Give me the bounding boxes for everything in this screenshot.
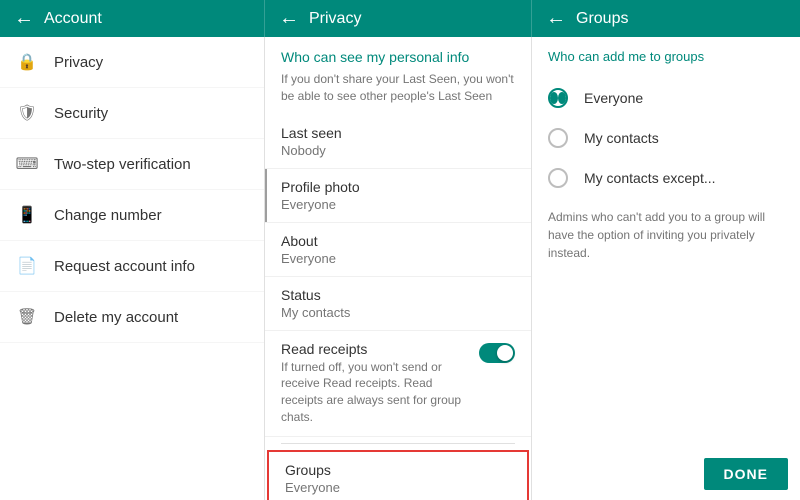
radio-my-contacts-except[interactable] bbox=[548, 168, 568, 188]
sidebar-item-privacy[interactable]: 🔒 Privacy bbox=[0, 37, 264, 88]
privacy-section-desc: If you don't share your Last Seen, you w… bbox=[265, 71, 531, 115]
header-groups: ← Groups bbox=[532, 0, 800, 37]
document-icon: 📄 bbox=[16, 255, 38, 277]
radio-my-contacts[interactable] bbox=[548, 128, 568, 148]
header-groups-title: Groups bbox=[576, 10, 628, 28]
header-account: ← Account bbox=[0, 0, 265, 37]
groups-option-my-contacts-except-label: My contacts except... bbox=[584, 170, 716, 186]
privacy-item-profile-photo[interactable]: Profile photo Everyone bbox=[265, 169, 531, 223]
header-account-title: Account bbox=[44, 10, 102, 28]
read-receipts-toggle[interactable] bbox=[479, 343, 515, 363]
status-title: Status bbox=[281, 287, 515, 303]
sidebar-item-request-info[interactable]: 📄 Request account info bbox=[0, 241, 264, 292]
privacy-item-about[interactable]: About Everyone bbox=[265, 223, 531, 277]
profile-photo-title: Profile photo bbox=[281, 179, 515, 195]
privacy-item-groups[interactable]: Groups Everyone bbox=[267, 450, 529, 500]
privacy-section-title: Who can see my personal info bbox=[265, 37, 531, 71]
groups-option-everyone[interactable]: Everyone bbox=[532, 78, 800, 118]
sidebar-item-change-number[interactable]: 📱 Change number bbox=[0, 190, 264, 241]
last-seen-value: Nobody bbox=[281, 143, 515, 158]
profile-photo-value: Everyone bbox=[281, 197, 515, 212]
header-privacy: ← Privacy bbox=[265, 0, 532, 37]
read-receipts-title: Read receipts bbox=[281, 341, 469, 357]
right-panel: Who can add me to groups Everyone My con… bbox=[532, 37, 800, 500]
groups-value: Everyone bbox=[285, 480, 511, 495]
back-arrow-account[interactable]: ← bbox=[14, 7, 34, 30]
groups-section-title: Who can add me to groups bbox=[532, 37, 800, 78]
sidebar-item-privacy-label: Privacy bbox=[54, 54, 103, 71]
keyboard-icon: ⌨ bbox=[16, 153, 38, 175]
radio-everyone[interactable] bbox=[548, 88, 568, 108]
about-value: Everyone bbox=[281, 251, 515, 266]
sidebar-item-two-step-label: Two-step verification bbox=[54, 156, 191, 173]
privacy-item-read-receipts[interactable]: Read receipts If turned off, you won't s… bbox=[265, 331, 531, 437]
sidebar-item-request-info-label: Request account info bbox=[54, 258, 195, 275]
sidebar-item-security-label: Security bbox=[54, 105, 108, 122]
groups-option-my-contacts-label: My contacts bbox=[584, 130, 659, 146]
shield-icon: 🛡 bbox=[16, 102, 38, 124]
about-title: About bbox=[281, 233, 515, 249]
last-seen-title: Last seen bbox=[281, 125, 515, 141]
left-panel: 🔒 Privacy 🛡 Security ⌨ Two-step verifica… bbox=[0, 37, 265, 500]
read-receipts-desc: If turned off, you won't send or receive… bbox=[281, 359, 469, 426]
lock-icon: 🔒 bbox=[16, 51, 38, 73]
header-privacy-title: Privacy bbox=[309, 10, 361, 28]
groups-note: Admins who can't add you to a group will… bbox=[532, 198, 800, 272]
header: ← Account ← Privacy ← Groups bbox=[0, 0, 800, 37]
back-arrow-privacy[interactable]: ← bbox=[279, 7, 299, 30]
middle-panel: Who can see my personal info If you don'… bbox=[265, 37, 532, 500]
sidebar-item-two-step[interactable]: ⌨ Two-step verification bbox=[0, 139, 264, 190]
sidebar-item-security[interactable]: 🛡 Security bbox=[0, 88, 264, 139]
sidebar-item-delete-account[interactable]: 🗑 Delete my account bbox=[0, 292, 264, 343]
sidebar-item-change-number-label: Change number bbox=[54, 207, 162, 224]
groups-option-my-contacts-except[interactable]: My contacts except... bbox=[532, 158, 800, 198]
privacy-item-status[interactable]: Status My contacts bbox=[265, 277, 531, 331]
groups-option-my-contacts[interactable]: My contacts bbox=[532, 118, 800, 158]
back-arrow-groups[interactable]: ← bbox=[546, 7, 566, 30]
done-button[interactable]: DONE bbox=[704, 458, 788, 490]
privacy-item-last-seen[interactable]: Last seen Nobody bbox=[265, 115, 531, 169]
groups-option-everyone-label: Everyone bbox=[584, 90, 643, 106]
read-receipts-text: Read receipts If turned off, you won't s… bbox=[281, 341, 469, 426]
trash-icon: 🗑 bbox=[16, 306, 38, 328]
divider bbox=[281, 443, 515, 444]
phone-icon: 📱 bbox=[16, 204, 38, 226]
groups-title: Groups bbox=[285, 462, 511, 478]
sidebar-item-delete-label: Delete my account bbox=[54, 309, 178, 326]
main-content: 🔒 Privacy 🛡 Security ⌨ Two-step verifica… bbox=[0, 37, 800, 500]
status-value: My contacts bbox=[281, 305, 515, 320]
